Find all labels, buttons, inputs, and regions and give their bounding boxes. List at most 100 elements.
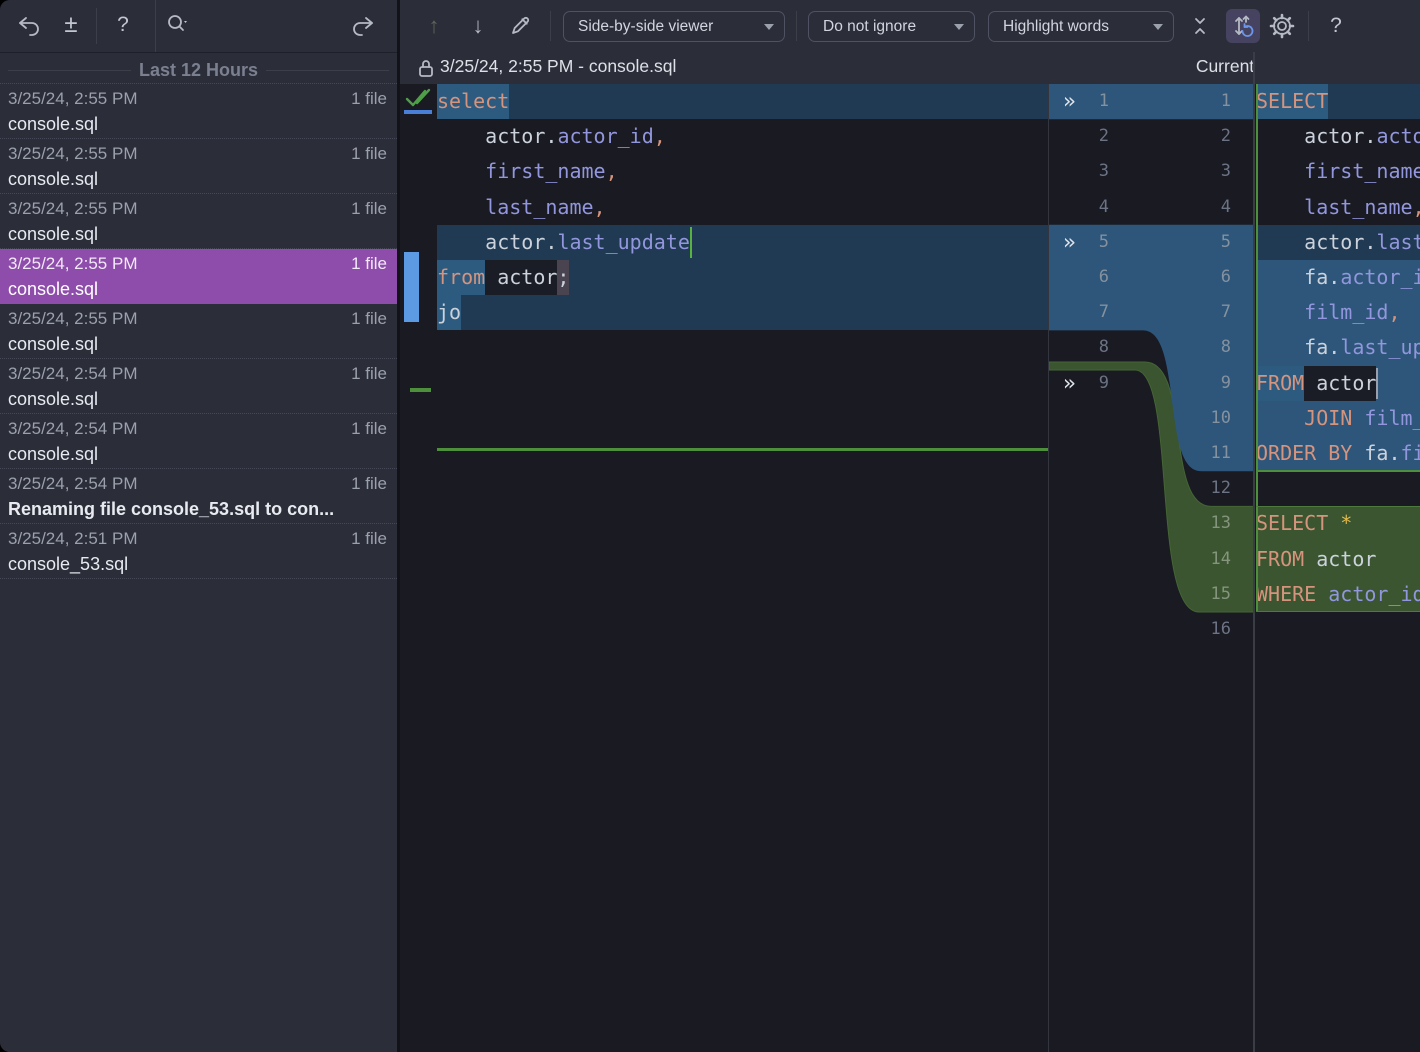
code-token: . (1328, 330, 1340, 365)
line-number: 11 (1151, 436, 1231, 471)
apply-change-chevron-icon[interactable]: » (1063, 84, 1076, 119)
history-list: 3/25/24, 2:55 PM1 fileconsole.sql3/25/24… (0, 84, 397, 579)
left-pane-title: 3/25/24, 2:55 PM - console.sql (440, 56, 676, 77)
code-line: JOIN film_actor (1256, 401, 1420, 436)
history-period-header: Last 12 Hours (0, 57, 397, 84)
insertion-marker[interactable] (410, 388, 431, 392)
code-line: actor.actor_id, (1256, 119, 1420, 154)
history-item-label: console.sql (8, 276, 387, 302)
viewer-mode-dropdown[interactable]: Side-by-side viewer (563, 11, 785, 42)
code-token: fa (1304, 330, 1328, 365)
code-token: from (437, 260, 485, 295)
apply-change-chevron-icon[interactable]: » (1063, 366, 1076, 401)
history-item-count: 1 file (351, 472, 387, 496)
history-item[interactable]: 3/25/24, 2:55 PM1 fileconsole.sql (0, 139, 397, 194)
code-token: , (606, 154, 618, 189)
code-token: actor (485, 260, 557, 295)
line-number: 3 (1151, 154, 1231, 189)
code-token: , (654, 119, 666, 154)
code-line: actor.last_update, (1256, 225, 1420, 260)
diff-help-icon[interactable]: ? (1320, 10, 1352, 42)
history-sidebar: ± ? Last 12 Hours 3/25/24, 2:55 PM1 file… (0, 0, 400, 1052)
line-number: 6 (1151, 260, 1231, 295)
code-token (1256, 295, 1304, 330)
code-line: select (437, 84, 1048, 119)
insertion-separator-line (437, 448, 1048, 451)
code-token: FROM (1256, 366, 1304, 401)
changed-lines-bar[interactable] (404, 252, 419, 322)
gear-icon[interactable] (1266, 10, 1298, 42)
history-item[interactable]: 3/25/24, 2:55 PM1 fileconsole.sql (0, 249, 397, 304)
history-item[interactable]: 3/25/24, 2:51 PM1 fileconsole_53.sql (0, 524, 397, 579)
edit-icon[interactable] (504, 10, 536, 42)
left-editor[interactable]: select actor. actor_id, first_name, last_… (437, 84, 1048, 1052)
history-item[interactable]: 3/25/24, 2:54 PM1 fileconsole.sql (0, 414, 397, 469)
chevron-down-icon (1153, 24, 1163, 30)
highlight-mode-dropdown[interactable]: Highlight words (988, 11, 1174, 42)
code-line: fa.last_update (1256, 330, 1420, 365)
code-token: JOIN (1304, 401, 1352, 436)
history-item[interactable]: 3/25/24, 2:54 PM1 fileconsole.sql (0, 359, 397, 414)
code-token (1256, 154, 1304, 189)
code-token: last_update (1376, 225, 1420, 260)
line-number: 15 (1151, 577, 1231, 612)
line-number: 16 (1151, 612, 1231, 647)
history-item[interactable]: 3/25/24, 2:55 PM1 fileconsole.sql (0, 304, 397, 359)
code-line: first_name, (1256, 154, 1420, 189)
history-item[interactable]: 3/25/24, 2:55 PM1 fileconsole.sql (0, 84, 397, 139)
line-number: 4 (1151, 190, 1231, 225)
previous-change-icon[interactable]: ↑ (418, 10, 450, 42)
code-token: SELECT (1256, 84, 1328, 119)
diff-editors: select actor.actor_id, first_name, last_… (400, 84, 1420, 1052)
next-change-icon[interactable]: ↓ (462, 10, 494, 42)
code-token: last_name (485, 190, 593, 225)
revert-icon[interactable] (14, 10, 44, 40)
history-item[interactable]: 3/25/24, 2:55 PM1 fileconsole.sql (0, 194, 397, 249)
line-number: 10 (1151, 401, 1231, 436)
left-editor-gutter (400, 84, 437, 1052)
code-token: last_update (1340, 330, 1420, 365)
code-token: last_update (557, 225, 689, 260)
code-line: last_name, (437, 190, 1048, 225)
sidebar-toolbar: ± ? (0, 0, 397, 53)
history-item[interactable]: 3/25/24, 2:54 PM1 fileRenaming file cons… (0, 469, 397, 524)
history-item-date: 3/25/24, 2:54 PM (8, 362, 137, 386)
code-token: first_name (485, 154, 605, 189)
history-item-date: 3/25/24, 2:55 PM (8, 252, 137, 276)
code-token (1256, 190, 1304, 225)
apply-change-chevron-icon[interactable]: » (1063, 225, 1076, 260)
code-token: actor_id (557, 119, 653, 154)
line-number: 7 (1151, 295, 1231, 330)
line-number: 6 (1049, 260, 1109, 295)
history-item-count: 1 file (351, 527, 387, 551)
help-icon[interactable]: ? (108, 10, 138, 40)
code-token: ; (557, 260, 569, 295)
history-item-date: 3/25/24, 2:55 PM (8, 307, 137, 331)
code-line: ORDER BY fa.film_id (1256, 436, 1420, 471)
sync-scroll-toggle[interactable] (1226, 9, 1260, 43)
history-item-label: console.sql (8, 441, 387, 467)
diff-gutter: 12345678912345678910111213141516»»» (1048, 84, 1254, 1052)
line-number: 2 (1049, 119, 1109, 154)
toolbar-divider (1308, 11, 1309, 41)
history-item-count: 1 file (351, 417, 387, 441)
history-item-count: 1 file (351, 197, 387, 221)
search-icon[interactable] (162, 10, 192, 40)
ignore-mode-dropdown[interactable]: Do not ignore (808, 11, 975, 42)
collapse-unchanged-icon[interactable] (1184, 10, 1216, 42)
line-number: 4 (1049, 190, 1109, 225)
code-token: fa (1364, 436, 1388, 471)
refresh-icon[interactable] (348, 10, 378, 40)
pane-separator[interactable] (1253, 52, 1255, 1052)
code-line: film_id, (1256, 295, 1420, 330)
code-token: last_name (1304, 190, 1412, 225)
code-line: from actor; (437, 260, 1048, 295)
history-item-label: Renaming file console_53.sql to con... (8, 496, 387, 522)
code-token: actor (485, 119, 545, 154)
code-token: . (545, 225, 557, 260)
show-difference-icon[interactable]: ± (56, 10, 86, 40)
ignore-mode-label: Do not ignore (823, 18, 916, 36)
code-token (1256, 225, 1304, 260)
caret (1376, 368, 1378, 399)
caret (690, 227, 692, 258)
